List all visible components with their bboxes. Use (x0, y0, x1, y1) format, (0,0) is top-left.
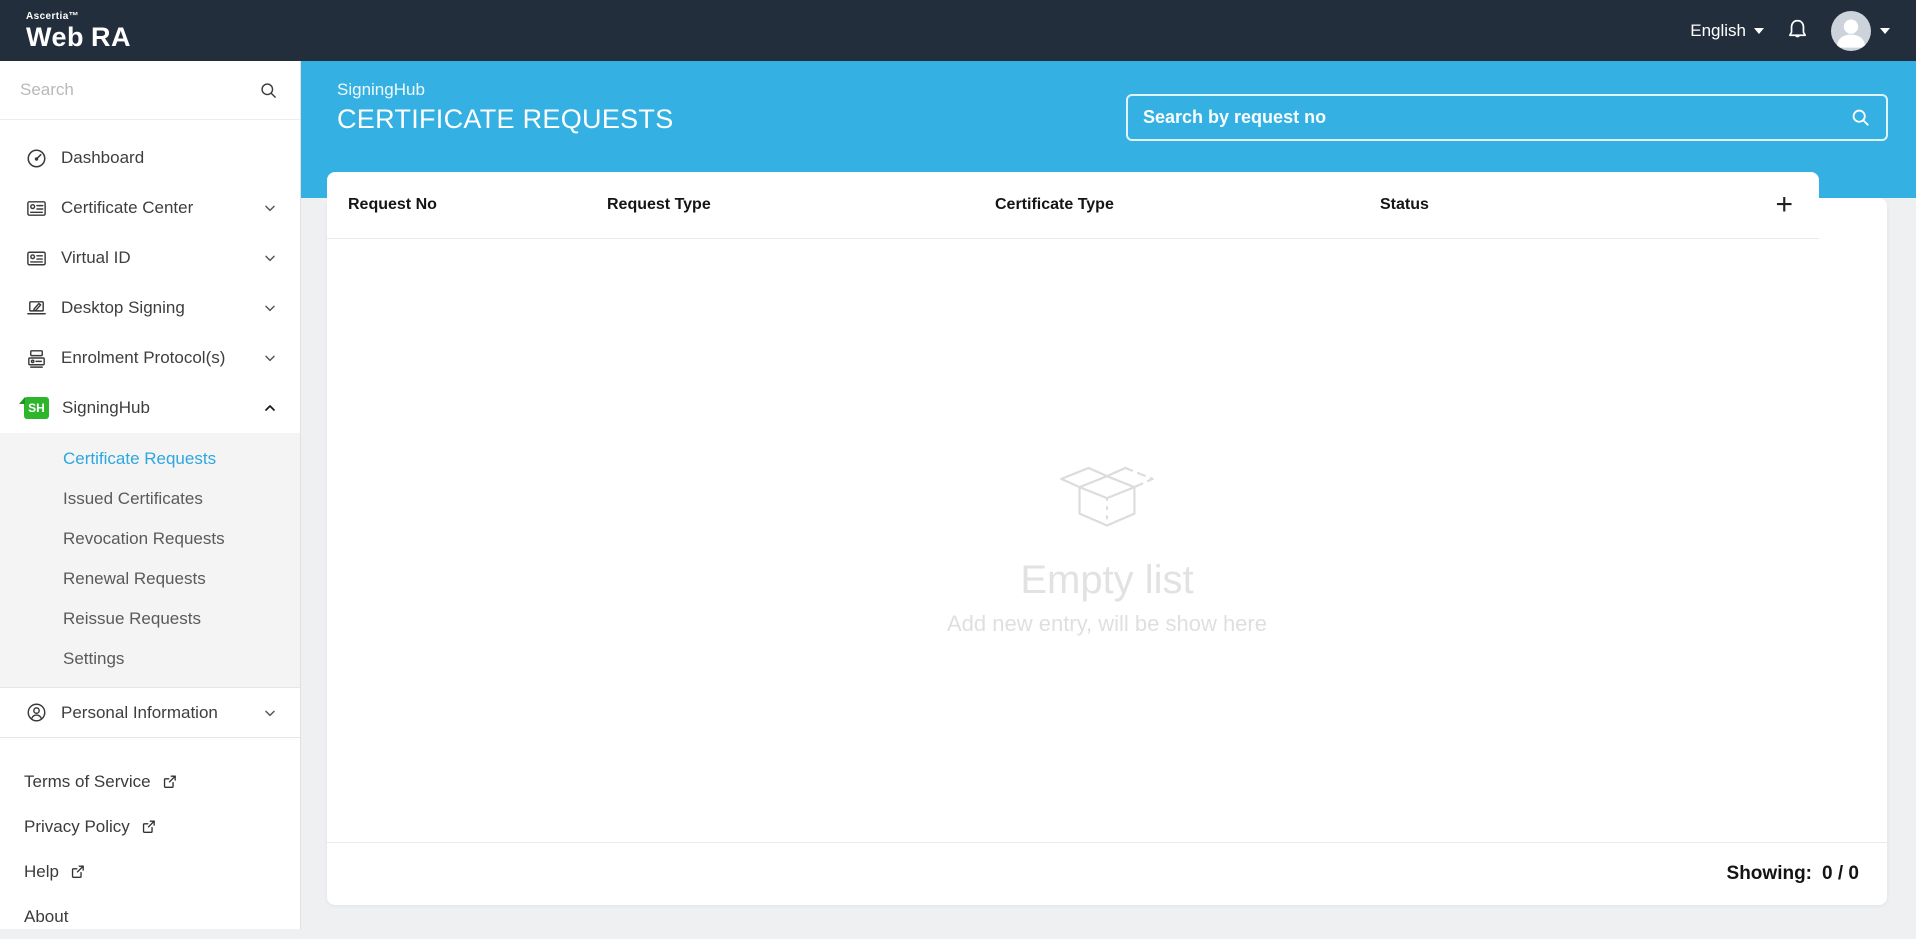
main-content: SigningHub CERTIFICATE REQUESTS Search b… (301, 61, 1916, 929)
avatar (1831, 10, 1871, 51)
about-link[interactable]: About (0, 894, 300, 939)
terms-of-service-link[interactable]: Terms of Service (0, 759, 300, 804)
topbar: Ascertia™ Web RA English (0, 0, 1916, 61)
sidebar-item-dashboard[interactable]: Dashboard (0, 133, 300, 183)
external-link-icon (69, 863, 86, 880)
notifications-bell-icon[interactable] (1784, 17, 1811, 44)
sidebar-item-revocation-requests[interactable]: Revocation Requests (0, 519, 300, 559)
sidebar-item-certificate-requests[interactable]: Certificate Requests (0, 439, 300, 479)
enrolment-machine-icon (25, 347, 48, 370)
sidebar-search-input[interactable] (20, 80, 251, 100)
language-label: English (1690, 20, 1746, 40)
sidebar-item-issued-certificates[interactable]: Issued Certificates (0, 479, 300, 519)
requests-panel: Empty list Add new entry, will be show h… (327, 198, 1887, 905)
brand-webra: Web RA (26, 21, 132, 52)
add-request-button[interactable]: + (1773, 190, 1795, 220)
sidebar-item-certificate-center[interactable]: Certificate Center (0, 183, 300, 233)
chevron-down-icon (262, 200, 278, 216)
page-title: CERTIFICATE REQUESTS (337, 104, 674, 134)
sidebar-item-signinghub[interactable]: SH SigningHub (0, 383, 300, 433)
topbar-actions: English (1690, 10, 1890, 51)
signinghub-badge-icon: SH (19, 397, 49, 419)
signinghub-submenu: Certificate Requests Issued Certificates… (0, 433, 300, 688)
empty-state-title: Empty list (1020, 558, 1194, 602)
chevron-up-icon (262, 400, 278, 416)
id-card-icon (25, 197, 48, 220)
empty-state-subtitle: Add new entry, will be show here (947, 611, 1267, 636)
sidebar-item-personal-information[interactable]: Personal Information (0, 688, 300, 738)
table-header-row: Request No Request Type Certificate Type… (327, 172, 1819, 239)
chevron-down-icon (262, 250, 278, 266)
empty-state: Empty list Add new entry, will be show h… (327, 446, 1887, 637)
sidebar-item-renewal-requests[interactable]: Renewal Requests (0, 559, 300, 599)
sidebar-item-label: Enrolment Protocol(s) (61, 348, 226, 367)
person-circle-icon (25, 701, 48, 724)
table-footer: Showing: 0 / 0 (327, 842, 1887, 905)
chevron-down-icon (262, 300, 278, 316)
column-header-status: Status (1380, 196, 1429, 213)
sidebar-item-label: Desktop Signing (61, 298, 185, 317)
chevron-down-icon (262, 350, 278, 366)
chevron-down-icon (262, 705, 278, 721)
showing-count: 0 / 0 (1822, 863, 1859, 884)
sidebar-item-label: SigningHub (62, 398, 150, 417)
app-logo: Ascertia™ Web RA (26, 11, 131, 51)
sidebar-item-label: Virtual ID (61, 248, 131, 267)
brand-ascertia: Ascertia™ (26, 10, 80, 22)
sidebar-item-settings[interactable]: Settings (0, 639, 300, 679)
sidebar-footer: Terms of Service Privacy Policy Help Abo… (0, 738, 300, 939)
help-link[interactable]: Help (0, 849, 300, 894)
chevron-down-icon (1754, 27, 1764, 34)
sidebar-item-label: Personal Information (61, 702, 218, 722)
virtual-id-card-icon (25, 247, 48, 270)
request-search-box (1126, 94, 1888, 141)
external-link-icon (161, 773, 178, 790)
sidebar-item-label: Certificate Center (61, 198, 194, 217)
language-selector[interactable]: English (1690, 21, 1764, 41)
search-icon[interactable] (1850, 107, 1871, 128)
empty-box-icon (327, 446, 1887, 542)
sidebar-search (0, 61, 300, 120)
search-icon[interactable] (259, 81, 278, 100)
chevron-down-icon (1880, 27, 1890, 34)
sidebar: Dashboard Certificate Center Virtua (0, 61, 301, 929)
sidebar-item-reissue-requests[interactable]: Reissue Requests (0, 599, 300, 639)
request-search-input[interactable] (1143, 107, 1850, 128)
showing-label: Showing: (1726, 863, 1813, 884)
dashboard-gauge-icon (25, 147, 48, 170)
user-menu[interactable] (1831, 10, 1890, 51)
page-header-titles: SigningHub CERTIFICATE REQUESTS (337, 80, 674, 135)
sidebar-nav: Dashboard Certificate Center Virtual ID … (0, 120, 300, 433)
laptop-pen-icon (25, 297, 48, 320)
breadcrumb: SigningHub (337, 80, 425, 99)
external-link-icon (140, 818, 157, 835)
column-header-request-no: Request No (348, 196, 437, 213)
column-header-request-type: Request Type (607, 196, 711, 213)
sidebar-item-enrolment-protocols[interactable]: Enrolment Protocol(s) (0, 333, 300, 383)
privacy-policy-link[interactable]: Privacy Policy (0, 804, 300, 849)
sidebar-item-virtual-id[interactable]: Virtual ID (0, 233, 300, 283)
sidebar-item-desktop-signing[interactable]: Desktop Signing (0, 283, 300, 333)
sidebar-item-label: Dashboard (61, 148, 145, 167)
column-header-certificate-type: Certificate Type (995, 196, 1114, 213)
